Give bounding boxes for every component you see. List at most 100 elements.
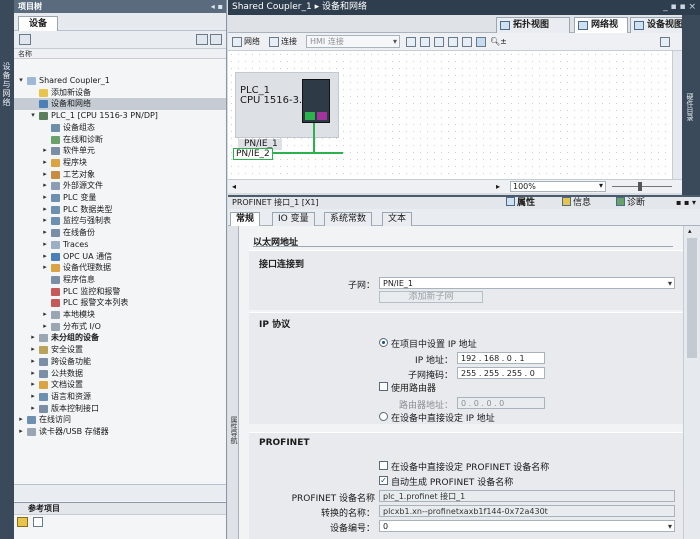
expand-arrow-icon[interactable]: ▸ [29, 368, 37, 380]
collapse-panel-icon[interactable]: ◂ ▪ [211, 0, 223, 13]
device-number-select[interactable]: 0 ▾ [379, 520, 675, 532]
tree-item-device-config[interactable]: 设备组态 [14, 122, 226, 134]
inspector-tab-3[interactable]: 文本 [382, 212, 413, 226]
tree-item-add-device[interactable]: 添加新设备 [14, 87, 226, 99]
expand-arrow-icon[interactable]: ▸ [17, 414, 25, 426]
zoom-in-icon[interactable]: 🔍︎± [490, 36, 507, 48]
profinet-name-field[interactable]: plc_1.profinet 接口_1 [379, 490, 675, 502]
tree-item-watch-tables[interactable]: ▸ 监控与强制表 [14, 215, 226, 227]
tree-item-common-data[interactable]: ▸ 公共数据 [14, 368, 226, 380]
tree-item-cross-device[interactable]: ▸ 跨设备功能 [14, 356, 226, 368]
canvas-vertical-scrollbar[interactable] [672, 51, 682, 179]
expand-arrow-icon[interactable]: ▸ [29, 403, 37, 415]
tree-item-version-control[interactable]: ▸ 版本控制接口 [14, 403, 226, 415]
inspector-tab-0[interactable]: 常规 [230, 212, 261, 226]
property-nav-label[interactable]: 属性导航 [229, 416, 239, 444]
add-new-subnet-button[interactable]: 添加新子网 [379, 291, 483, 303]
connections-button[interactable]: 连接 [281, 36, 297, 48]
expand-arrow-icon[interactable]: ▸ [41, 192, 49, 204]
zoom-fit-icon[interactable] [476, 37, 486, 47]
open-editor-icon[interactable] [210, 34, 222, 45]
tab-properties[interactable]: 属性 [506, 197, 535, 209]
expand-arrow-icon[interactable]: ▸ [41, 215, 49, 227]
expand-arrow-icon[interactable]: ▸ [41, 227, 49, 239]
save-project-icon[interactable] [19, 34, 31, 45]
tree-item-opc-ua[interactable]: ▸ OPC UA 通信 [14, 251, 226, 263]
expand-arrow-icon[interactable]: ▸ [41, 180, 49, 192]
open-reference-icon[interactable] [17, 517, 28, 527]
scroll-left-icon[interactable]: ◂ [232, 182, 236, 191]
toolbar-icon-d[interactable] [448, 37, 458, 47]
tab-devices[interactable]: 设备 [18, 16, 58, 31]
tree-item-software-units[interactable]: ▸ 软件单元 [14, 145, 226, 157]
window-control-icons[interactable]: _ ▪ ▪ × [663, 0, 696, 15]
tree-item-plc-alarms[interactable]: PLC 监控和报警 [14, 286, 226, 298]
tree-item-online-diag[interactable]: 在线和诊断 [14, 134, 226, 146]
expand-arrow-icon[interactable]: ▸ [41, 169, 49, 181]
tree-item-security[interactable]: ▸ 安全设置 [14, 344, 226, 356]
tree-item-card-reader[interactable]: ▸ 读卡器/USB 存储器 [14, 426, 226, 438]
project-tree-hscroll[interactable] [14, 484, 226, 501]
set-name-directly-checkbox[interactable] [379, 461, 388, 470]
hardware-catalog-tab[interactable]: 硬件目录 [685, 93, 695, 121]
inspector-scrollbar[interactable]: ▴ [683, 226, 700, 539]
expand-arrow-icon[interactable]: ▸ [41, 321, 49, 333]
name-column-header[interactable]: 名称 [14, 49, 226, 59]
set-ip-in-project-radio[interactable] [379, 338, 388, 347]
inspector-tab-2[interactable]: 系统常数 [324, 212, 373, 226]
plc-device-box[interactable]: PLC_1 CPU 1516-3... [235, 72, 339, 138]
tree-item-plc[interactable]: ▾ PLC_1 [CPU 1516-3 PN/DP] [14, 110, 226, 122]
tree-item-external-source[interactable]: ▸ 外部源文件 [14, 180, 226, 192]
expand-arrow-icon[interactable]: ▸ [29, 332, 37, 344]
tree-item-local-modules[interactable]: ▸ 本地模块 [14, 309, 226, 321]
tab-info[interactable]: 信息 [562, 197, 591, 209]
tab-topology-view[interactable]: 拓扑视图 [496, 17, 570, 33]
close-reference-icon[interactable] [33, 517, 43, 527]
toolbar-icon-b[interactable] [420, 37, 430, 47]
auto-generate-name-checkbox[interactable]: ✓ [379, 476, 388, 485]
toolbar-icon-a[interactable] [406, 37, 416, 47]
tree-item-distributed-io[interactable]: ▸ 分布式 I/O [14, 321, 226, 333]
expand-arrow-icon[interactable]: ▸ [17, 426, 25, 438]
subnet-mask-field[interactable]: 255 . 255 . 255 . 0 [457, 367, 545, 379]
expand-arrow-icon[interactable]: ▸ [41, 262, 49, 274]
tree-item-plc-tags[interactable]: ▸ PLC 变量 [14, 192, 226, 204]
tab-diagnostics[interactable]: 诊断 [616, 197, 645, 209]
tree-item-alarm-text[interactable]: PLC 报警文本列表 [14, 297, 226, 309]
tree-item-doc-settings[interactable]: ▸ 文档设置 [14, 379, 226, 391]
router-address-field[interactable]: 0 . 0 . 0 . 0 [457, 397, 545, 409]
network-overview-icon[interactable] [660, 37, 670, 47]
subnet-name-label[interactable]: PN/IE_2 [233, 148, 273, 160]
expand-arrow-icon[interactable]: ▸ [41, 157, 49, 169]
expand-arrow-icon[interactable]: ▸ [41, 309, 49, 321]
expand-arrow-icon[interactable]: ▸ [29, 356, 37, 368]
split-view-icon[interactable] [196, 34, 208, 45]
expand-arrow-icon[interactable]: ▸ [29, 379, 37, 391]
reference-projects-title[interactable]: 参考项目 [14, 503, 226, 515]
collapse-arrow-icon[interactable]: ▾ [17, 75, 25, 87]
tree-item-languages[interactable]: ▸ 语言和资源 [14, 391, 226, 403]
converted-name-field[interactable]: plcxb1.xn--profinetxaxb1f144-0x72a430t [379, 505, 675, 517]
connection-type-select[interactable]: HMI 连接 [306, 35, 400, 48]
set-ip-directly-radio[interactable] [379, 412, 388, 421]
zoom-slider-knob[interactable] [638, 182, 642, 191]
tree-item-ungrouped-devices[interactable]: ▸ 未分组的设备 [14, 332, 226, 344]
inspector-window-icons[interactable]: ▪ ▪ ▾ [676, 197, 696, 209]
tree-item-online-backup[interactable]: ▸ 在线备份 [14, 227, 226, 239]
tree-item-project[interactable]: ▾ Shared Coupler_1 [14, 75, 226, 87]
expand-arrow-icon[interactable]: ▸ [41, 145, 49, 157]
expand-arrow-icon[interactable]: ▸ [41, 239, 49, 251]
tree-item-proxy-data[interactable]: ▸ 设备代理数据 [14, 262, 226, 274]
left-strip-label[interactable]: 设备与网络 [1, 62, 12, 107]
expand-arrow-icon[interactable]: ▸ [29, 391, 37, 403]
toolbar-icon-e[interactable] [462, 37, 472, 47]
expand-arrow-icon[interactable]: ▸ [29, 344, 37, 356]
tab-network-view[interactable]: 网络视图 [574, 17, 628, 45]
inspector-tab-1[interactable]: IO 变量 [272, 212, 315, 226]
toolbar-icon-c[interactable] [434, 37, 444, 47]
network-button[interactable]: 网络 [244, 36, 260, 48]
zoom-slider[interactable] [612, 186, 672, 187]
use-router-checkbox[interactable] [379, 382, 388, 391]
tree-item-program-blocks[interactable]: ▸ 程序块 [14, 157, 226, 169]
zoom-select[interactable]: 100% [510, 181, 606, 192]
